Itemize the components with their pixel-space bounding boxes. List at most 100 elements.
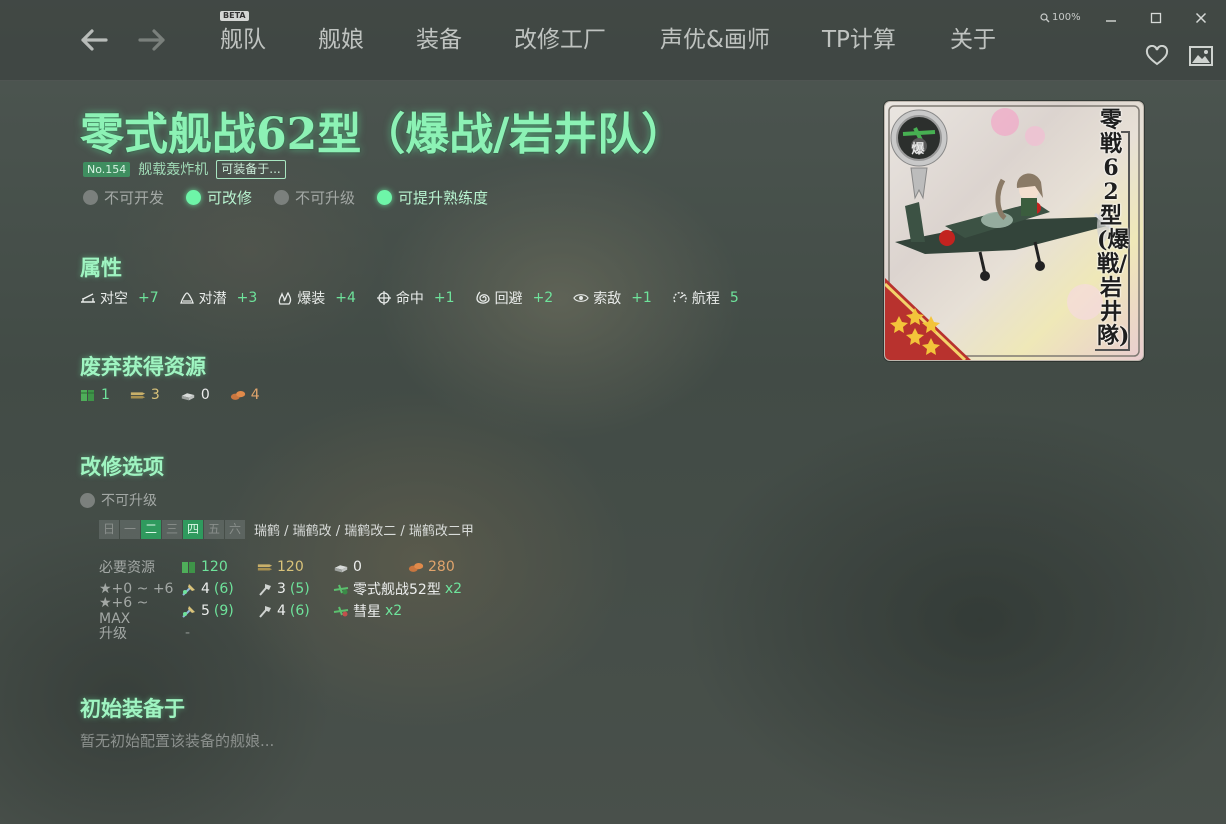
ammo-icon	[257, 560, 273, 574]
screw-value: 3	[277, 581, 286, 597]
can-equip-button[interactable]: 可装备于...	[216, 159, 286, 179]
close-icon[interactable]	[1192, 10, 1210, 26]
stat-bombing: 爆装 +4	[277, 288, 356, 308]
day-friday: 五	[204, 520, 224, 539]
equipment-detail: 零式舰战62型（爆战/岩井队） No.154 舰载轰炸机 可装备于... 不可开…	[80, 80, 880, 820]
scrap-bauxite-value: 4	[250, 387, 260, 403]
dev-material-value: 5	[201, 603, 210, 619]
zoom-value: 100%	[1052, 12, 1081, 23]
initial-equipped-text: 暂无初始配置该装备的舰娘...	[80, 732, 275, 750]
day-sunday: 日	[99, 520, 119, 539]
required-steel-value: 0	[353, 559, 362, 575]
image-icon[interactable]	[1188, 44, 1214, 68]
improvement-heading: 改修选项	[80, 454, 164, 479]
zoom-icon	[1040, 12, 1050, 22]
tab-voice-artist[interactable]: 声优&画师	[660, 24, 822, 56]
scrap-fuel: 1	[80, 387, 110, 403]
beta-badge: BETA	[220, 11, 249, 21]
stat-range: 航程 5	[672, 288, 739, 308]
heart-icon[interactable]	[1144, 44, 1170, 68]
minimize-icon[interactable]	[1102, 10, 1120, 26]
card-category-badge: 爆	[911, 141, 925, 157]
screw-value: 4	[277, 603, 286, 619]
required-ammo-value: 120	[277, 559, 304, 575]
consumed-equipment[interactable]: 彗星 x2	[333, 601, 402, 621]
stat-value: +3	[236, 290, 258, 306]
flag-improve: 可改修	[186, 187, 252, 208]
tab-arsenal-label: 改修工厂	[514, 27, 606, 53]
anti-sub-icon	[179, 291, 195, 305]
forward-arrow-icon[interactable]	[136, 22, 168, 58]
required-fuel: 120	[181, 559, 257, 575]
flag-improve-label: 可改修	[207, 189, 253, 207]
cost-row-6-max: ★+6 ~ MAX 5 (9) 4 (6) 彗星 x2	[99, 595, 462, 627]
scrap-fuel-value: 1	[101, 387, 110, 403]
stat-value: +7	[138, 290, 159, 306]
stat-name: 爆装	[297, 291, 326, 307]
upgrade-row: 升级 -	[99, 622, 462, 644]
back-arrow-icon[interactable]	[78, 22, 110, 58]
scrap-ammo-value: 3	[150, 387, 160, 403]
day-thursday: 四	[183, 520, 203, 539]
attributes-heading: 属性	[80, 255, 122, 280]
day-tuesday: 二	[141, 520, 161, 539]
stat-anti-sub: 对潜 +3	[179, 288, 258, 308]
stat-value: +1	[631, 290, 652, 306]
main-tabs: BETA 舰队 舰娘 装备 改修工厂 声优&画师 TP计算 关于	[220, 11, 1010, 56]
dev-material-sure-value: (9)	[213, 603, 234, 619]
tab-tp-calc-label: TP计算	[822, 27, 896, 53]
zoom-indicator[interactable]: 100%	[1040, 12, 1081, 23]
required-bauxite: 280	[408, 559, 455, 575]
tab-ships[interactable]: 舰娘	[318, 24, 416, 56]
top-navigation-bar: BETA 舰队 舰娘 装备 改修工厂 声优&画师 TP计算 关于 100%	[0, 0, 1226, 81]
screw-icon	[257, 582, 273, 596]
equipment-number-badge: No.154	[83, 161, 131, 177]
equipment-flags: 不可开发 可改修 不可升级 可提升熟练度	[83, 187, 488, 208]
dev-material-value: 4	[201, 581, 210, 597]
screw-icon	[257, 604, 273, 618]
dev-material-icon	[181, 582, 197, 596]
improvement-days: 日 一 二 三 四 五 六 瑞鹤 / 瑞鹤改 / 瑞鹤改二 / 瑞鹤改二甲	[99, 520, 474, 539]
tab-equipment[interactable]: 装备	[416, 24, 514, 56]
dev-material-sure-value: (6)	[213, 581, 234, 597]
los-icon	[573, 291, 589, 305]
screw-cost: 3 (5)	[257, 581, 333, 597]
status-dot-icon	[83, 190, 98, 205]
day-monday: 一	[120, 520, 140, 539]
steel-icon	[180, 388, 196, 402]
dev-material-cost: 5 (9)	[181, 603, 257, 619]
equipment-card-image: 爆 零戦62型(爆戦/岩井隊)	[884, 101, 1144, 361]
flag-upgrade: 不可升级	[274, 187, 355, 208]
required-steel: 0	[333, 559, 408, 575]
tab-about[interactable]: 关于	[950, 24, 1010, 56]
bauxite-icon	[230, 388, 246, 402]
tab-ships-label: 舰娘	[318, 27, 364, 53]
day-saturday: 六	[225, 520, 245, 539]
tab-fleet[interactable]: BETA 舰队	[220, 11, 318, 56]
stat-anti-air: 对空 +7	[80, 288, 159, 308]
tab-fleet-label: 舰队	[220, 27, 266, 53]
maximize-icon[interactable]	[1147, 10, 1165, 26]
consumed-equipment-count: x2	[385, 603, 403, 619]
flag-develop-label: 不可开发	[104, 189, 165, 207]
fighter-plane-icon	[333, 582, 349, 596]
status-dot-icon	[80, 492, 95, 508]
flag-develop: 不可开发	[83, 187, 164, 208]
bombing-icon	[277, 291, 293, 305]
improvement-ships[interactable]: 瑞鹤 / 瑞鹤改 / 瑞鹤改二 / 瑞鹤改二甲	[254, 520, 474, 539]
bauxite-icon	[408, 560, 424, 574]
tab-arsenal[interactable]: 改修工厂	[514, 24, 660, 56]
consumed-equipment-count: x2	[444, 581, 463, 597]
status-dot-icon	[377, 190, 393, 205]
tab-tp-calc[interactable]: TP计算	[822, 24, 950, 56]
tab-equipment-label: 装备	[416, 27, 462, 53]
screw-sure-value: (6)	[289, 603, 310, 619]
consumed-equipment[interactable]: 零式舰战52型 x2	[333, 579, 462, 599]
stat-name: 航程	[691, 291, 720, 307]
status-dot-icon	[186, 190, 202, 205]
improvement-cost-table: 必要资源 120 120 0 280 ★+0 ~ +6 4 (6) 3 (5) …	[99, 556, 462, 644]
row-label: 升级	[99, 626, 127, 642]
steel-icon	[333, 560, 349, 574]
stat-evasion: 回避 +2	[475, 288, 553, 308]
required-resources-row: 必要资源 120 120 0 280	[99, 556, 462, 578]
